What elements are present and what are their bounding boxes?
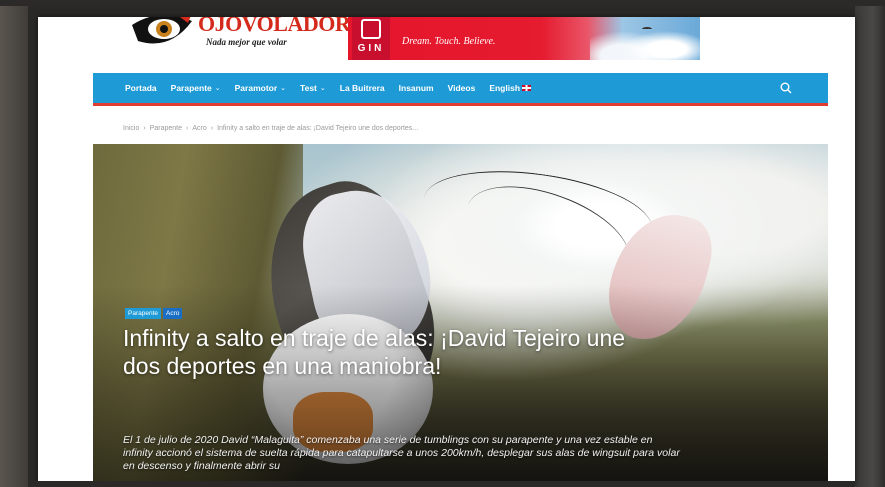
nav-item-portada[interactable]: Portada (125, 83, 157, 93)
monitor-bezel-top (28, 6, 855, 17)
tag-parapente[interactable]: Parapente (125, 308, 161, 319)
tag-acro[interactable]: Acro (163, 308, 183, 319)
breadcrumb-separator: › (143, 125, 146, 132)
logo-name: OJOVOLADOR (198, 17, 351, 36)
breadcrumb-parapente[interactable]: Parapente (150, 125, 182, 132)
banner-brand-text: GIN (357, 43, 385, 54)
chevron-down-icon: ⌄ (319, 85, 326, 92)
breadcrumb-current: Infinity a salto en traje de alas: ¡Davi… (217, 125, 419, 132)
monitor-bezel-left (28, 6, 38, 487)
main-nav: Portada Parapente ⌄ Paramotor ⌄ Test ⌄ La B… (93, 73, 828, 106)
chevron-down-icon: ⌄ (280, 85, 287, 92)
banner-slogan: Dream. Touch. Believe. (402, 36, 496, 47)
nav-items: Portada Parapente ⌄ Paramotor ⌄ Test ⌄ La B… (125, 73, 545, 103)
breadcrumb-home[interactable]: Inicio (123, 125, 139, 132)
breadcrumb-separator: › (186, 125, 189, 132)
breadcrumb: Inicio › Parapente › Acro › Infinity a salto e… (123, 125, 418, 132)
gin-logo-icon (361, 19, 381, 39)
uk-flag-icon (522, 85, 532, 91)
logo-tagline: Nada mejor que volar (206, 37, 287, 47)
article-excerpt: El 1 de julio de 2020 David “Malaguita” … (123, 434, 680, 472)
banner-brand: GIN (352, 17, 390, 60)
site-header: OJOVOLADOR Nada mejor que volar GIN Drea… (38, 17, 855, 73)
featured-article-hero[interactable]: Parapente Acro Infinity a salto en traje… (93, 144, 828, 485)
breadcrumb-separator: › (210, 125, 214, 132)
photo-frame-left (0, 0, 28, 487)
photo-frame-right (855, 0, 885, 487)
eye-logo-icon (132, 17, 192, 44)
nav-item-insanum[interactable]: Insanum (399, 83, 434, 93)
nav-item-parapente[interactable]: Parapente ⌄ (171, 83, 221, 93)
nav-item-test[interactable]: Test ⌄ (300, 83, 326, 93)
glider-icon (642, 27, 652, 31)
nav-item-videos[interactable]: Videos (448, 83, 476, 93)
monitor-bezel-bottom (28, 481, 855, 487)
site-logo[interactable]: OJOVOLADOR Nada mejor que volar (126, 17, 351, 59)
article-tags: Parapente Acro (125, 308, 184, 319)
ad-banner[interactable]: GIN Dream. Touch. Believe. (348, 17, 700, 60)
article-title[interactable]: Infinity a salto en traje de alas: ¡Davi… (123, 324, 643, 380)
nav-item-english[interactable]: English (489, 83, 532, 93)
banner-clouds-image (590, 17, 700, 60)
nav-item-la-buitrera[interactable]: La Buitrera (340, 83, 385, 93)
chevron-down-icon: ⌄ (214, 85, 221, 92)
breadcrumb-acro[interactable]: Acro (192, 125, 206, 132)
search-icon[interactable] (780, 82, 792, 94)
nav-item-paramotor[interactable]: Paramotor ⌄ (235, 83, 286, 93)
browser-page: OJOVOLADOR Nada mejor que volar GIN Drea… (38, 17, 855, 485)
